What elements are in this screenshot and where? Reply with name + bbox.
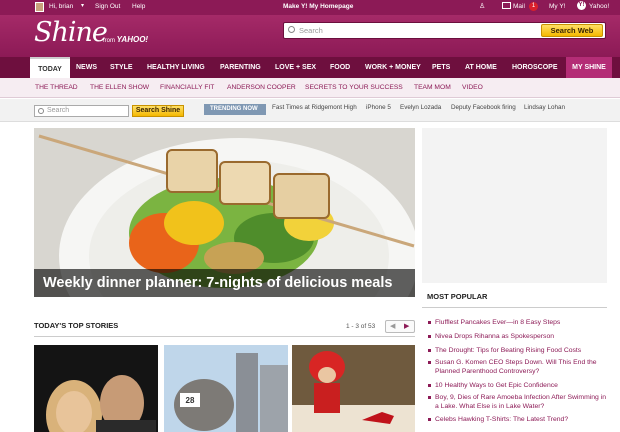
ad-placeholder [422,128,607,283]
search-icon [38,108,44,114]
nav-item-pets[interactable]: PETS [432,57,450,78]
partner-label: YAHOO! [116,35,149,44]
most-popular-title: MOST POPULAR [422,292,607,308]
trending-link[interactable]: iPhone 5 [366,104,391,111]
bib-number: 28 [186,396,195,405]
shine-logo[interactable]: Shine [34,17,108,48]
most-popular: MOST POPULAR Flufflest Pancakes Ever—in … [422,292,607,423]
story-thumbnail[interactable]: 28 [164,345,288,432]
search-icon [288,26,295,33]
sub-nav: THE THREAD THE ELLEN SHOW FINANCIALLY FI… [0,78,620,98]
nav-item-today[interactable]: TODAY [30,57,70,78]
nav-item-style[interactable]: STYLE [110,57,133,78]
pager-arrows: ◀ ▶ [385,320,415,333]
most-popular-item[interactable]: Susan G. Komen CEO Steps Down. Will This… [422,358,607,376]
trending-link[interactable]: Evelyn Lozada [400,104,441,111]
make-homepage-link[interactable]: Make Y! My Homepage [283,3,353,10]
most-popular-item[interactable]: Nivea Drops Rihanna as Spokesperson [422,332,607,341]
story-image: 28 [164,345,288,432]
nav-item-love-sex[interactable]: LOVE + SEX [275,57,316,78]
top-stories-title: TODAY'S TOP STORIES [34,321,119,330]
most-popular-item[interactable]: Boy, 9, Dies of Rare Amoeba Infection Af… [422,393,607,411]
nav-item-news[interactable]: NEWS [76,57,97,78]
chevron-down-icon[interactable]: ▾ [81,2,84,9]
hero-feature[interactable]: Weekly dinner planner: 7-nights of delic… [34,128,415,297]
story-image [292,345,415,432]
subnav-item-ellen-show[interactable]: THE ELLEN SHOW [90,84,149,91]
next-arrow-icon[interactable]: ▶ [404,322,409,330]
hero-caption[interactable]: Weekly dinner planner: 7-nights of delic… [34,269,415,297]
top-utility-bar: Hi, brian ▾ Sign Out Help Make Y! My Hom… [0,0,620,15]
mail-link[interactable]: Mail [513,3,525,10]
bell-icon[interactable]: ♙ [479,2,485,10]
most-popular-item[interactable]: Celebs Hawking T-Shirts: The Latest Tren… [422,415,607,424]
subnav-item-secrets-success[interactable]: SECRETS TO YOUR SUCCESS [305,84,403,91]
subnav-item-financially-fit[interactable]: FINANCIALLY FIT [160,84,214,91]
trending-link[interactable]: Deputy Facebook firing [451,104,516,111]
trending-link[interactable]: Lindsay Lohan [524,104,565,111]
greeting-link[interactable]: Hi, brian [49,3,73,10]
sign-out-link[interactable]: Sign Out [95,3,120,10]
subnav-item-anderson-cooper[interactable]: ANDERSON COOPER [227,84,296,91]
avatar[interactable] [35,2,44,12]
yahoo-link[interactable]: Yahoo! [589,3,609,10]
nav-item-work-money[interactable]: WORK + MONEY [365,57,421,78]
trending-bar: Search Search Shine TRENDING NOW Fast Ti… [0,99,620,122]
top-stories-pager: 1 - 3 of 53 [346,323,376,330]
main-nav: TODAY NEWS STYLE HEALTHY LIVING PARENTIN… [0,57,620,78]
most-popular-item[interactable]: Flufflest Pancakes Ever—in 8 Easy Steps [422,318,607,327]
search-web-button[interactable]: Search Web [541,24,603,37]
divider [34,336,415,337]
subnav-item-video[interactable]: VIDEO [462,84,483,91]
search-input[interactable]: Search [299,26,323,35]
subnav-item-the-thread[interactable]: THE THREAD [35,84,78,91]
nav-item-horoscope[interactable]: HOROSCOPE [512,57,558,78]
story-thumbnail[interactable] [292,345,415,432]
masthead: Shine from YAHOO! Search Search Web [0,15,620,57]
most-popular-item[interactable]: The Drought: Tips for Beating Rising Foo… [422,346,607,355]
trending-now-label: TRENDING NOW [204,104,266,115]
story-image [34,345,158,432]
mail-count-badge: 1 [529,2,538,11]
most-popular-item[interactable]: 10 Healthy Ways to Get Epic Confidence [422,381,607,390]
search-shine-button[interactable]: Search Shine [132,105,184,117]
my-yahoo-link[interactable]: My Y! [549,3,566,10]
nav-item-healthy-living[interactable]: HEALTHY LIVING [147,57,205,78]
help-link[interactable]: Help [132,3,145,10]
shine-search-input[interactable]: Search [47,107,69,114]
nav-item-food[interactable]: FOOD [330,57,350,78]
from-label: from [103,38,115,44]
nav-item-parenting[interactable]: PARENTING [220,57,261,78]
shine-search-box[interactable]: Search [34,105,129,117]
web-search-box[interactable]: Search Search Web [283,22,606,39]
trending-link[interactable]: Fast Times at Ridgemont High [272,104,357,111]
nav-item-my-shine[interactable]: MY SHINE [566,57,612,78]
from-yahoo-logo: from YAHOO! [103,35,148,44]
nav-item-at-home[interactable]: AT HOME [465,57,497,78]
story-thumbnail[interactable] [34,345,158,432]
mail-icon[interactable] [502,2,511,9]
prev-arrow-icon[interactable]: ◀ [390,322,395,330]
yahoo-icon: Y! [577,1,586,10]
subnav-item-team-mom[interactable]: TEAM MOM [414,84,451,91]
